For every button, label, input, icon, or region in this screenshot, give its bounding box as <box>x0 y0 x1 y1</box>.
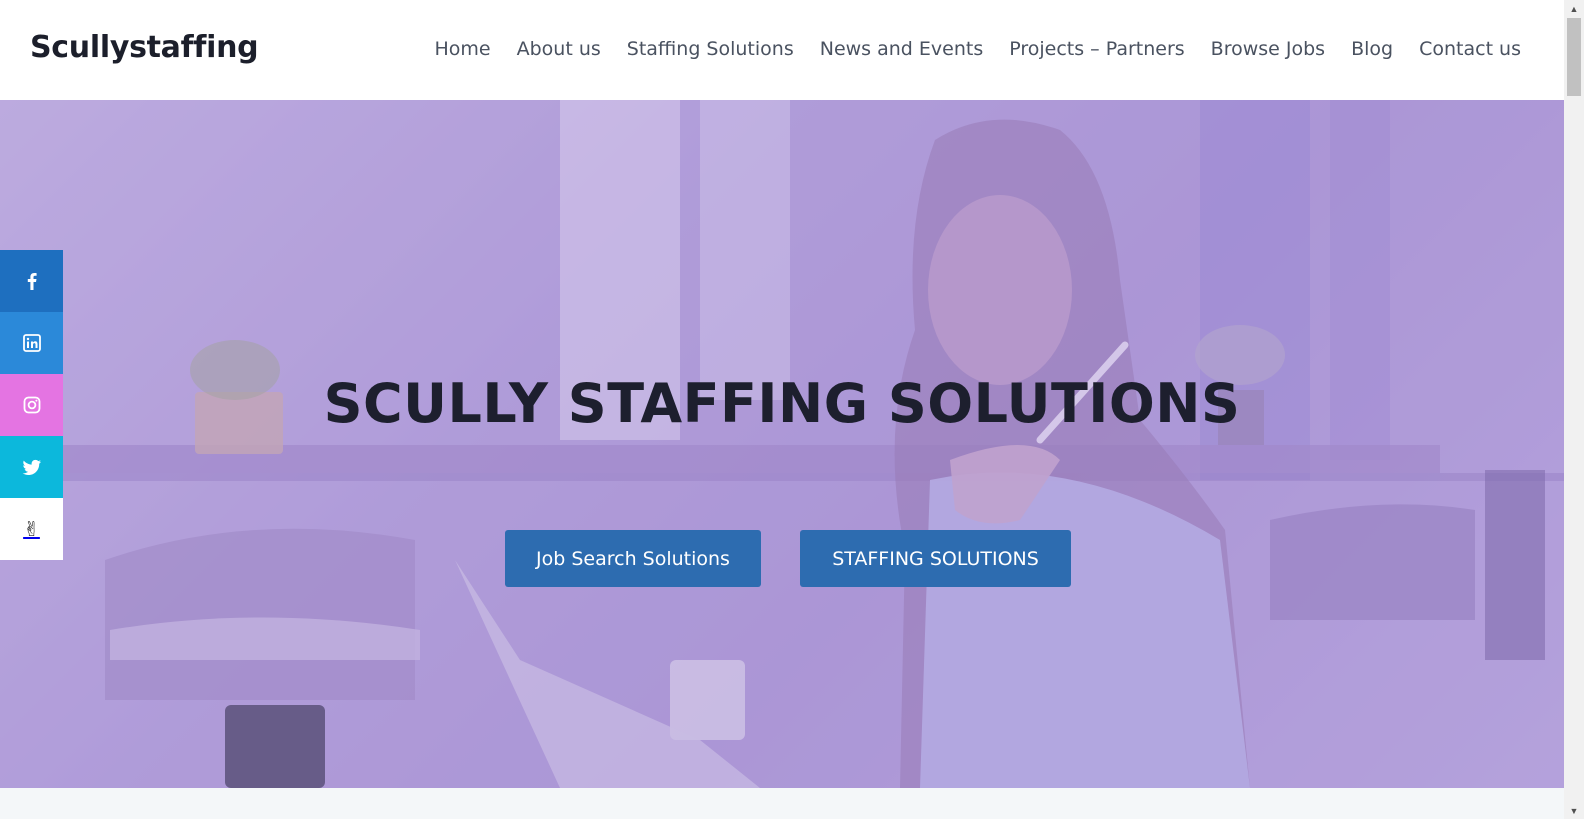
nav-contact-us[interactable]: Contact us <box>1419 38 1521 60</box>
staffing-solutions-button[interactable]: STAFFING SOLUTIONS <box>800 530 1071 587</box>
twitter-link[interactable] <box>0 436 63 498</box>
nav-staffing-solutions[interactable]: Staffing Solutions <box>627 38 794 60</box>
next-section-top <box>0 788 1564 819</box>
nav-projects-partners[interactable]: Projects – Partners <box>1009 38 1184 60</box>
page-scrollbar[interactable]: ▲ ▼ <box>1564 0 1584 819</box>
nav-blog[interactable]: Blog <box>1351 38 1393 60</box>
instagram-link[interactable] <box>0 374 63 436</box>
peace-hand-icon: ✌ <box>23 517 40 541</box>
twitter-icon <box>22 459 41 475</box>
hero-background-image <box>0 100 1564 788</box>
linkedin-link[interactable] <box>0 312 63 374</box>
nav-news-and-events[interactable]: News and Events <box>820 38 984 60</box>
site-logo[interactable]: Scullystaffing <box>30 30 259 65</box>
main-nav: Home About us Staffing Solutions News an… <box>435 38 1522 60</box>
peace-hand-link[interactable]: ✌ <box>0 498 63 560</box>
nav-browse-jobs[interactable]: Browse Jobs <box>1211 38 1325 60</box>
facebook-link[interactable] <box>0 250 63 312</box>
scroll-up-arrow-icon[interactable]: ▲ <box>1564 0 1584 17</box>
nav-home[interactable]: Home <box>435 38 491 60</box>
nav-about-us[interactable]: About us <box>517 38 601 60</box>
hero-title: SCULLY STAFFING SOLUTIONS <box>323 372 1241 435</box>
site-header: Scullystaffing Home About us Staffing So… <box>0 0 1564 100</box>
instagram-icon <box>23 396 40 414</box>
scrollbar-thumb[interactable] <box>1567 18 1581 96</box>
linkedin-icon <box>22 334 41 352</box>
job-search-solutions-button[interactable]: Job Search Solutions <box>505 530 761 587</box>
facebook-icon <box>27 273 37 290</box>
social-sidebar: ✌ <box>0 250 63 560</box>
scroll-down-arrow-icon[interactable]: ▼ <box>1564 802 1584 819</box>
hero-banner: SCULLY STAFFING SOLUTIONS Job Search Sol… <box>0 100 1564 788</box>
